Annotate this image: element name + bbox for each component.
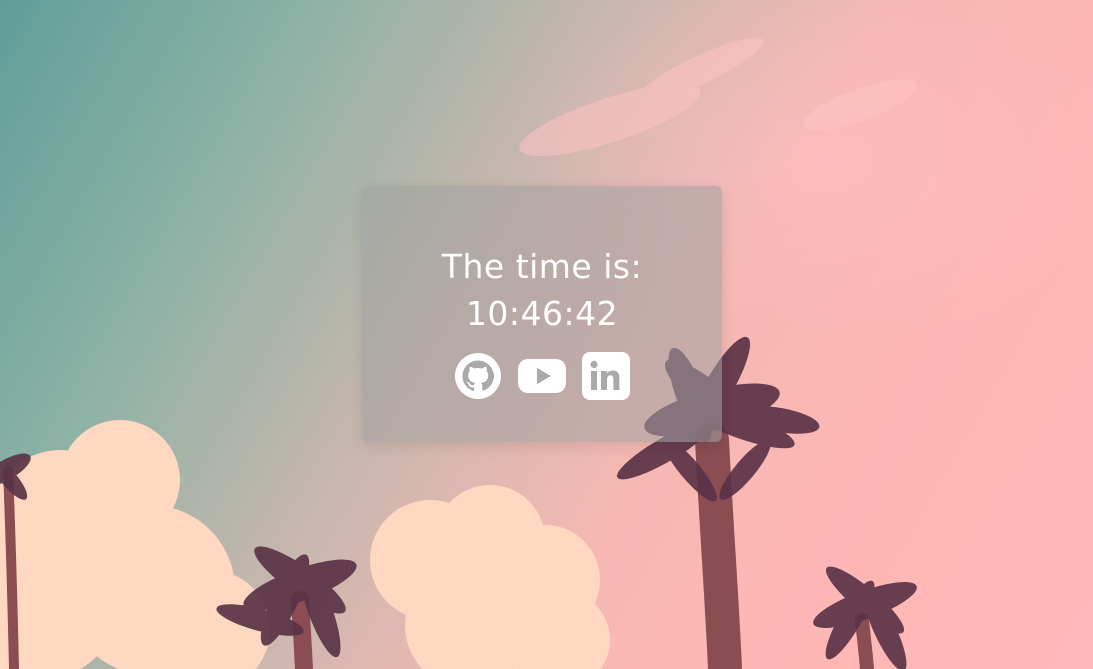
linkedin-icon	[582, 351, 630, 400]
wispy-clouds	[519, 37, 917, 157]
time-value: 10:46:42	[465, 293, 619, 333]
clock-card: The time is: 10:46:42	[362, 186, 722, 442]
youtube-link[interactable]	[518, 352, 566, 400]
social-links	[454, 351, 630, 400]
linkedin-link[interactable]	[582, 351, 630, 400]
github-icon	[455, 352, 501, 399]
youtube-icon	[518, 358, 566, 393]
time-label: The time is:	[441, 246, 643, 286]
github-link[interactable]	[454, 352, 502, 400]
